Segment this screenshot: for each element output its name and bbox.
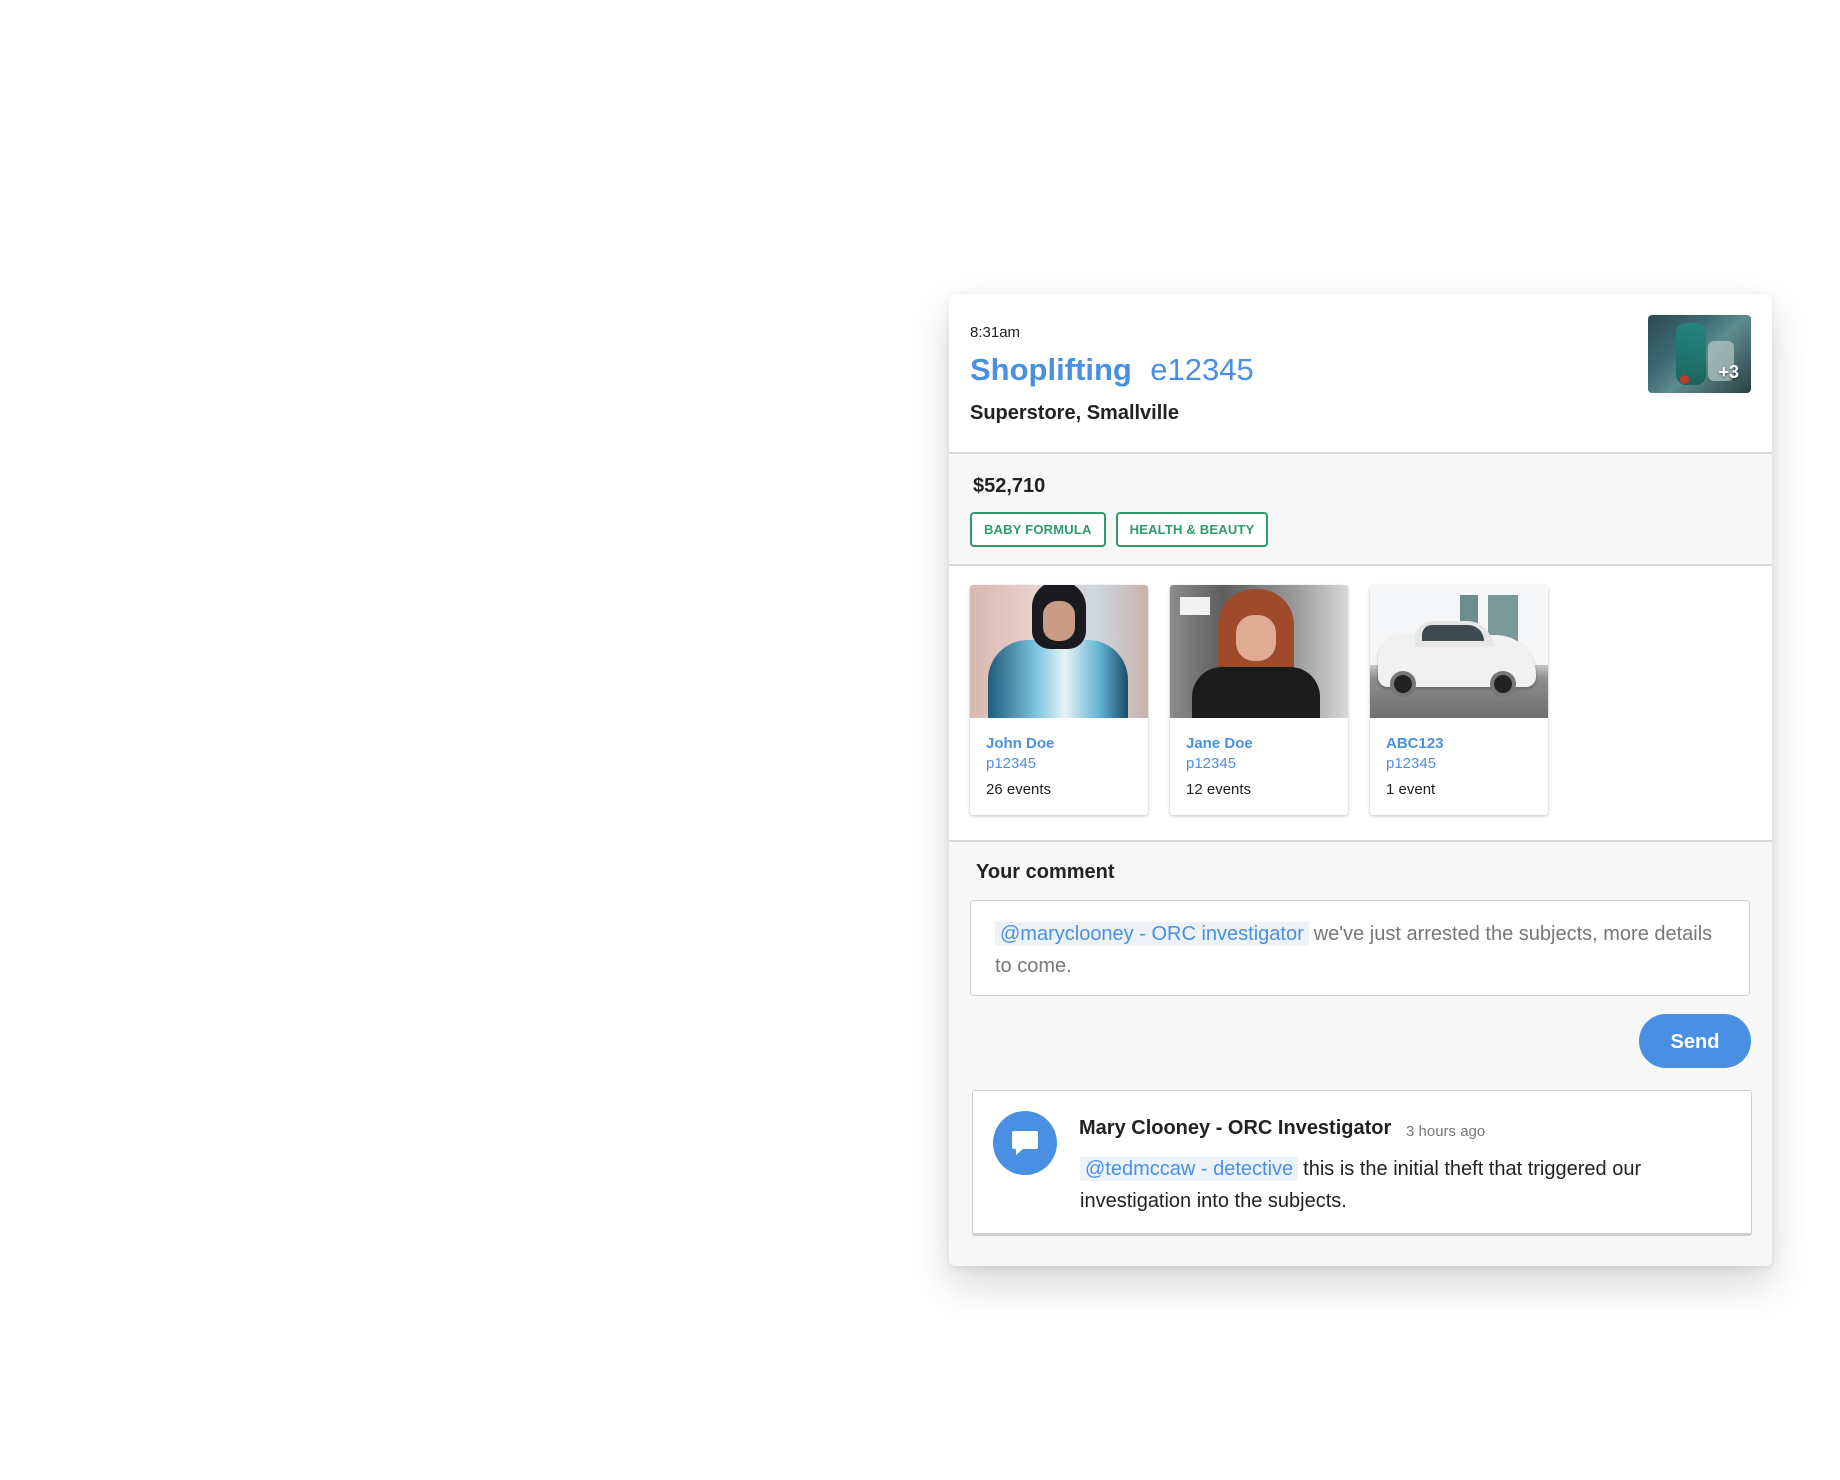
tag-baby-formula[interactable]: BABY FORMULA xyxy=(970,512,1106,547)
comment-entry: Mary Clooney - ORC Investigator 3 hours … xyxy=(972,1090,1752,1236)
loss-amount: $52,710 xyxy=(973,475,1046,497)
photo-car-wheel xyxy=(1490,671,1516,697)
comment-icon xyxy=(1012,1131,1038,1155)
photo-car-window xyxy=(1422,625,1484,641)
photo-car-wheel xyxy=(1390,671,1416,697)
incident-card: 8:31am Shoplifting e12345 Superstore, Sm… xyxy=(949,294,1772,1266)
entity-name[interactable]: John Doe xyxy=(986,735,1054,752)
entity-card-john-doe[interactable]: John Doe p12345 26 events xyxy=(970,585,1148,815)
comment-mention[interactable]: @tedmccaw - detective xyxy=(1080,1157,1299,1181)
entity-id[interactable]: p12345 xyxy=(986,755,1036,772)
incident-header: 8:31am Shoplifting e12345 Superstore, Sm… xyxy=(949,294,1772,454)
entity-event-count: 12 events xyxy=(1186,781,1252,798)
comment-timestamp: 3 hours ago xyxy=(1406,1123,1486,1140)
photo-face xyxy=(1236,615,1276,661)
incident-location: Superstore, Smallville xyxy=(970,402,1179,424)
comment-section: Your comment @maryclooney - ORC investig… xyxy=(949,842,1772,1266)
category-tags: BABY FORMULA HEALTH & BEAUTY xyxy=(970,512,1269,547)
photo-sign xyxy=(1180,597,1210,615)
tag-health-beauty[interactable]: HEALTH & BEAUTY xyxy=(1115,512,1269,547)
comment-avatar xyxy=(993,1111,1057,1175)
entity-name[interactable]: ABC123 xyxy=(1386,735,1444,752)
incident-type[interactable]: Shoplifting xyxy=(970,352,1132,387)
entities-section: John Doe p12345 26 events Jane Doe p1234… xyxy=(949,566,1772,842)
incident-time: 8:31am xyxy=(970,324,1021,341)
entity-id[interactable]: p12345 xyxy=(1186,755,1236,772)
send-button[interactable]: Send xyxy=(1639,1014,1751,1068)
media-thumbnail[interactable]: +3 xyxy=(1648,315,1751,393)
entity-photo xyxy=(1370,585,1548,718)
comment-author[interactable]: Mary Clooney - ORC Investigator xyxy=(1079,1117,1391,1140)
comment-mention[interactable]: @maryclooney - ORC investigator xyxy=(995,922,1309,946)
entity-name[interactable]: Jane Doe xyxy=(1186,735,1253,752)
media-count: +3 xyxy=(1718,362,1739,382)
incident-id[interactable]: e12345 xyxy=(1150,352,1253,387)
comment-input[interactable]: @maryclooney - ORC investigator we've jus… xyxy=(970,900,1750,996)
entity-photo xyxy=(1170,585,1348,718)
media-thumbnail-accent xyxy=(1680,375,1689,384)
incident-title-row: Shoplifting e12345 xyxy=(970,352,1254,388)
entity-event-count: 26 events xyxy=(986,781,1052,798)
entity-card-abc123[interactable]: ABC123 p12345 1 event xyxy=(1370,585,1548,815)
entity-id[interactable]: p12345 xyxy=(1386,755,1436,772)
comment-label: Your comment xyxy=(976,861,1115,883)
comment-body: @tedmccaw - detective this is the initial… xyxy=(1080,1153,1700,1217)
entity-photo xyxy=(970,585,1148,718)
photo-window xyxy=(1460,595,1478,623)
value-section: $52,710 BABY FORMULA HEALTH & BEAUTY xyxy=(949,454,1772,566)
photo-shirt xyxy=(1192,667,1320,718)
photo-jacket xyxy=(988,640,1128,718)
entity-card-jane-doe[interactable]: Jane Doe p12345 12 events xyxy=(1170,585,1348,815)
entity-event-count: 1 event xyxy=(1386,781,1436,798)
photo-face xyxy=(1043,601,1075,641)
